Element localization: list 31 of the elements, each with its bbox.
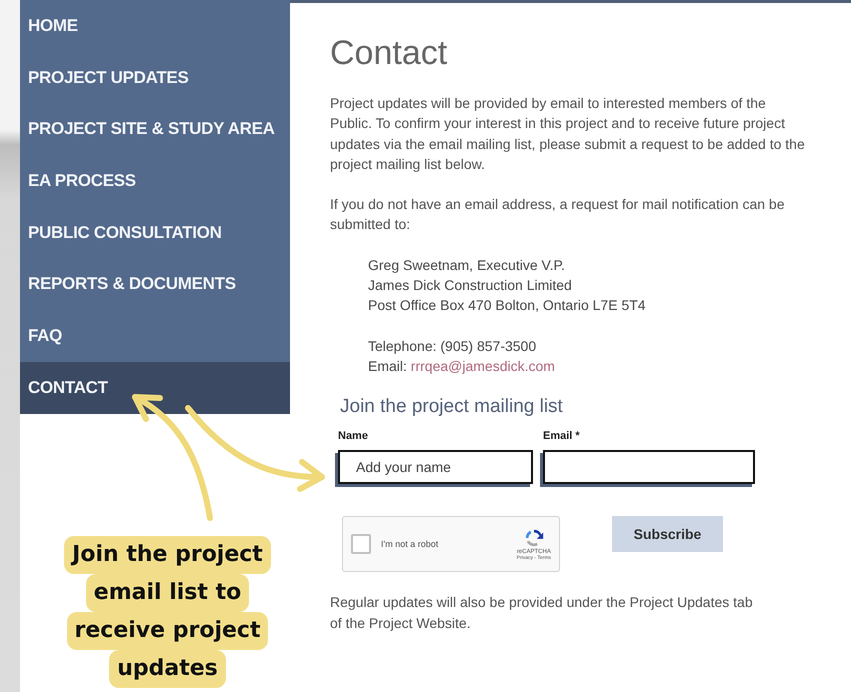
nav-item[interactable]: EA PROCESS (20, 155, 290, 207)
subscribe-button[interactable]: Subscribe (612, 516, 723, 552)
address-line: Greg Sweetnam, Executive V.P. (368, 256, 566, 275)
form-heading: Join the project mailing list (340, 396, 564, 418)
footer-note: Regular updates will also be provided under the Project Updates tab of the Project Website. (330, 593, 754, 633)
nav-item[interactable]: REPORTS & DOCUMENTS (20, 258, 290, 310)
name-field[interactable]: Add your name (338, 450, 533, 484)
nav-item[interactable]: PUBLIC CONSULTATION (20, 206, 290, 258)
email-field[interactable] (543, 450, 755, 484)
address-line: James Dick Construction Limited (368, 276, 573, 296)
field-label: Name (338, 430, 368, 442)
project-updates-link[interactable]: Project Updates (630, 594, 730, 610)
callout-line: updates (109, 650, 226, 688)
nav-item[interactable]: PROJECT SITE & STUDY AREA (20, 103, 290, 156)
nav-item[interactable]: FAQ (20, 310, 290, 362)
email-line: Email: rrrqea@jamesdick.com (368, 356, 556, 376)
nav-item[interactable]: HOME (20, 0, 290, 52)
page-title: Contact (330, 33, 448, 73)
nav-item[interactable]: PROJECT UPDATES (20, 52, 290, 104)
email-link[interactable]: rrrqea@jamesdick.com (410, 358, 555, 374)
telephone-line: Telephone: (905) 857-3500 (368, 336, 538, 356)
captcha-checkbox[interactable] (351, 534, 371, 554)
nav-item[interactable]: CONTACT (20, 362, 290, 414)
callout-line: Join the project (64, 536, 271, 574)
field-label: Email * (543, 430, 580, 442)
paragraph: Project updates will be provided by email to interested members of the Public. To confirm your interest in this project and to receive future project updates via the email mailing list, please submit a request to be added to the project mailing list below. (330, 94, 805, 174)
address-line: Post Office Box 470 Bolton, Ontario L7E 5T4 (368, 296, 647, 316)
callout-line: email list to (86, 574, 250, 612)
paragraph: If you do not have an email address, a request for mail notification can be submitted to: (330, 195, 786, 234)
callout-line: receive project (66, 612, 268, 650)
captcha-label: I'm not a robot (381, 539, 440, 550)
